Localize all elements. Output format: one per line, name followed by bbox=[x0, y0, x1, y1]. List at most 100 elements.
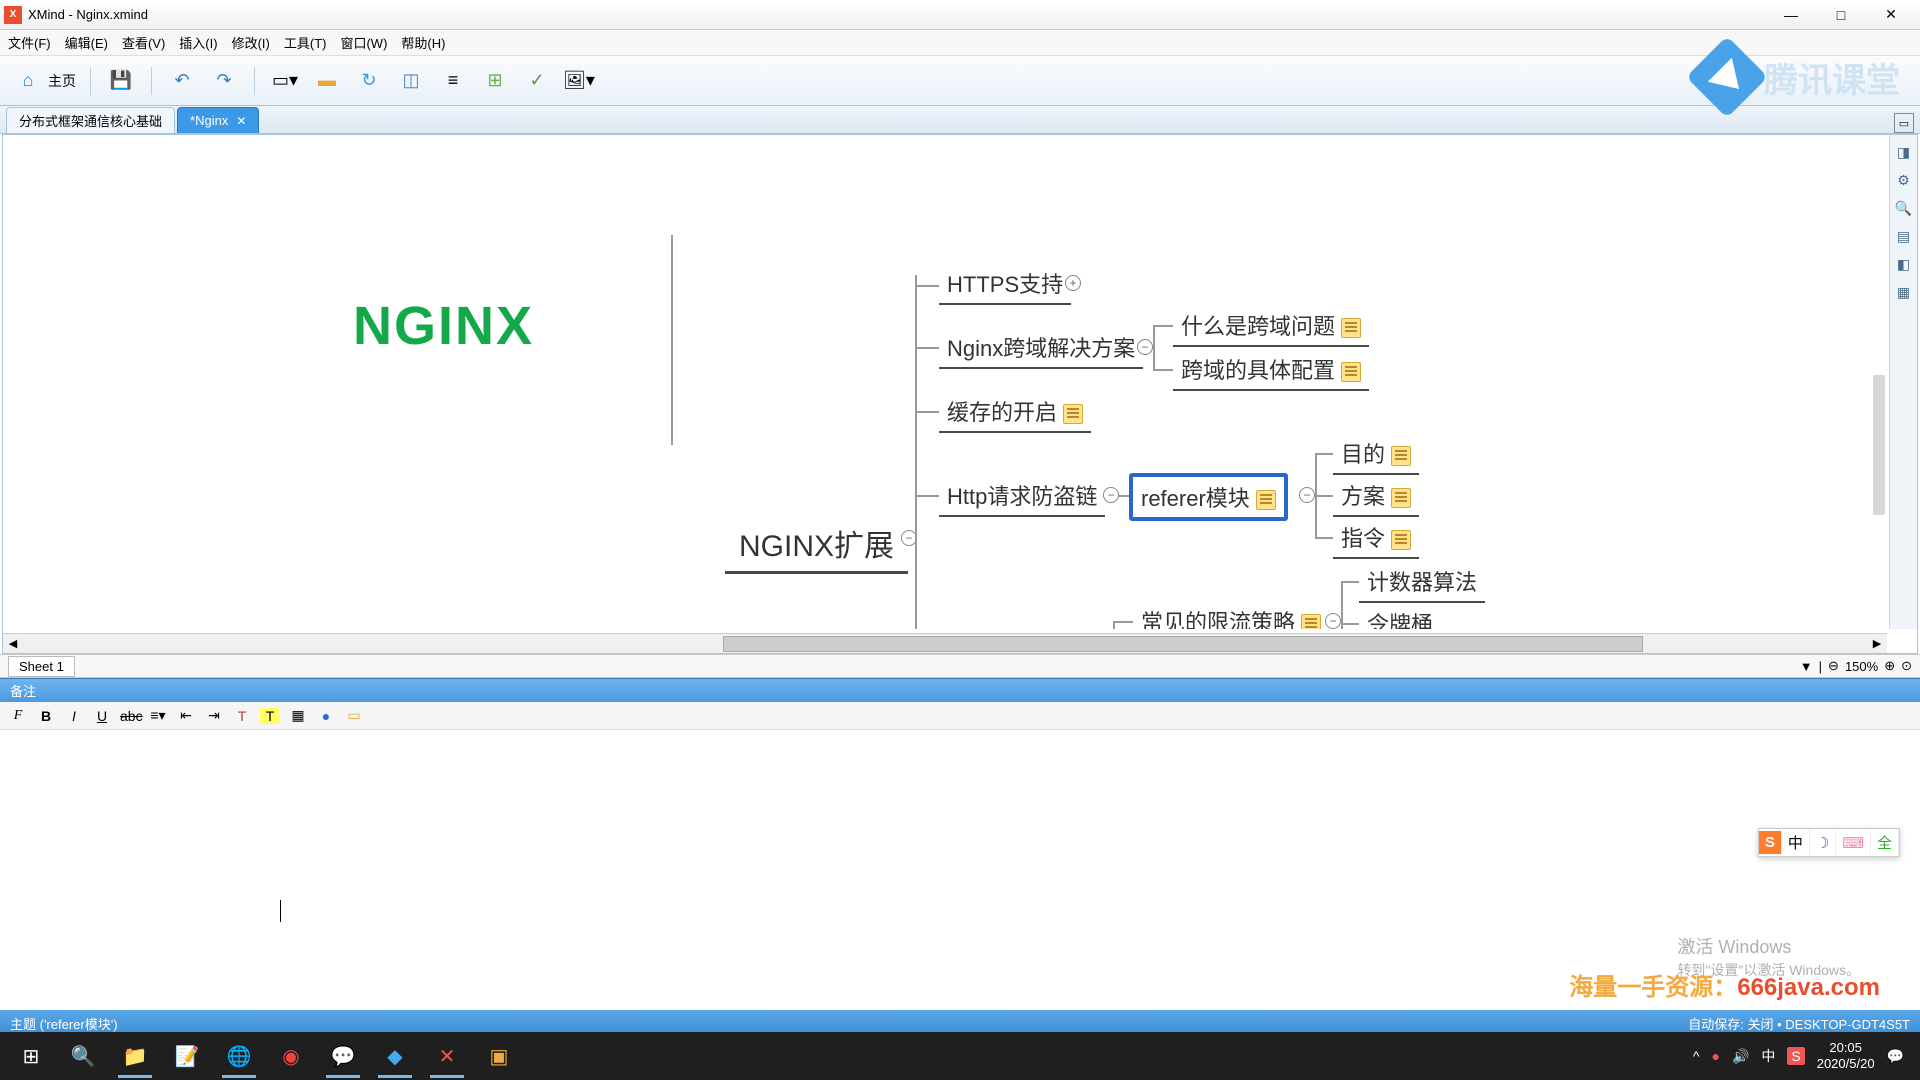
node-cache[interactable]: 缓存的开启 bbox=[939, 391, 1091, 433]
menu-edit[interactable]: 编辑(E) bbox=[65, 33, 108, 52]
sheet-tab[interactable]: Sheet 1 bbox=[8, 656, 75, 677]
ime-keyboard-icon[interactable]: ⌨ bbox=[1836, 831, 1871, 855]
mindmap-canvas[interactable]: NGINX NGINX扩展 − HTTPS支持 + Nginx跨域解决方案 − … bbox=[3, 135, 1887, 629]
save-button[interactable]: 💾 bbox=[105, 65, 137, 97]
horizontal-scrollbar[interactable]: ◀ ▶ bbox=[3, 633, 1887, 653]
node-hotlink[interactable]: Http请求防盗链 bbox=[939, 475, 1105, 517]
tab-close-icon[interactable]: ✕ bbox=[236, 114, 246, 128]
node-cors[interactable]: Nginx跨域解决方案 bbox=[939, 327, 1143, 369]
node-root[interactable]: NGINX扩展 bbox=[725, 515, 908, 574]
clock[interactable]: 20:05 2020/5/20 bbox=[1817, 1040, 1875, 1071]
zoom-in-button[interactable]: ⊕ bbox=[1884, 658, 1895, 674]
vertical-scrollbar[interactable] bbox=[1873, 375, 1885, 515]
menu-insert[interactable]: 插入(I) bbox=[179, 33, 217, 52]
font-button[interactable]: F bbox=[8, 708, 28, 724]
indent-right-button[interactable]: ⇥ bbox=[204, 707, 224, 724]
app3-button[interactable]: ▣ bbox=[474, 1034, 524, 1078]
node-strategy[interactable]: 常见的限流策略 bbox=[1133, 601, 1329, 629]
panel-icon[interactable]: ▦ bbox=[1895, 283, 1913, 301]
node-cors-config[interactable]: 跨域的具体配置 bbox=[1173, 349, 1369, 391]
toggle-icon[interactable]: − bbox=[1137, 339, 1153, 355]
note-icon[interactable] bbox=[1391, 446, 1411, 466]
note-icon[interactable] bbox=[1341, 318, 1361, 338]
style-icon[interactable]: ⚙ bbox=[1895, 171, 1913, 189]
search-icon[interactable]: 🔍 bbox=[1895, 199, 1913, 217]
maximize-button[interactable]: □ bbox=[1816, 1, 1866, 29]
ime-lang[interactable]: 中 bbox=[1782, 829, 1810, 856]
link-button[interactable]: ● bbox=[316, 708, 336, 724]
node-purpose[interactable]: 目的 bbox=[1333, 433, 1419, 475]
node-https[interactable]: HTTPS支持 bbox=[939, 263, 1071, 305]
image-button[interactable]: ▦ bbox=[288, 707, 308, 724]
note-icon[interactable] bbox=[1301, 614, 1321, 629]
boundary-button[interactable]: ◫ bbox=[395, 65, 427, 97]
menu-tool[interactable]: 工具(T) bbox=[284, 33, 327, 52]
note-button[interactable]: ▬ bbox=[311, 65, 343, 97]
chrome-button[interactable]: 🌐 bbox=[214, 1034, 264, 1078]
undo-button[interactable]: ↶ bbox=[166, 65, 198, 97]
start-button[interactable]: ⊞ bbox=[6, 1034, 56, 1078]
redo-button[interactable]: ↷ bbox=[208, 65, 240, 97]
notepad-button[interactable]: 📝 bbox=[162, 1034, 212, 1078]
menu-file[interactable]: 文件(F) bbox=[8, 33, 51, 52]
notes-textarea[interactable]: 海量一手资源：666java.com 激活 Windows 转到"设置"以激活 … bbox=[0, 730, 1920, 1010]
node-solution[interactable]: 方案 bbox=[1333, 475, 1419, 517]
toggle-icon[interactable]: − bbox=[1103, 487, 1119, 503]
marker-button[interactable]: ✓ bbox=[521, 65, 553, 97]
note-icon[interactable] bbox=[1063, 404, 1083, 424]
highlight-button[interactable]: T bbox=[260, 708, 280, 724]
tab-framework[interactable]: 分布式框架通信核心基础 bbox=[6, 107, 175, 133]
indent-left-button[interactable]: ⇤ bbox=[176, 707, 196, 724]
minimize-button[interactable]: — bbox=[1766, 1, 1816, 29]
outline-icon[interactable]: ◨ bbox=[1895, 143, 1913, 161]
attach-button[interactable]: ▭ bbox=[344, 707, 364, 724]
italic-button[interactable]: I bbox=[64, 708, 84, 724]
app-button[interactable]: ◉ bbox=[266, 1034, 316, 1078]
home-button[interactable]: ⌂ bbox=[12, 65, 44, 97]
node-referer-selected[interactable]: referer模块 bbox=[1129, 473, 1288, 521]
tray-up-icon[interactable]: ^ bbox=[1693, 1048, 1700, 1064]
xmind-button[interactable]: ✕ bbox=[422, 1034, 472, 1078]
ime-logo-icon[interactable]: S bbox=[1759, 831, 1782, 854]
underline-button[interactable]: U bbox=[92, 708, 112, 724]
note-icon[interactable] bbox=[1391, 488, 1411, 508]
toggle-icon[interactable]: − bbox=[1299, 487, 1315, 503]
bold-button[interactable]: B bbox=[36, 708, 56, 724]
zoom-out-button[interactable]: ⊖ bbox=[1828, 658, 1839, 674]
tab-nginx[interactable]: *Nginx✕ bbox=[177, 107, 259, 133]
strike-button[interactable]: abc bbox=[120, 708, 140, 724]
notifications-icon[interactable]: 💬 bbox=[1887, 1048, 1904, 1065]
expand-icon[interactable]: + bbox=[1065, 275, 1081, 291]
node-token[interactable]: 令牌桶 bbox=[1359, 603, 1441, 629]
outline-toggle[interactable]: ▭ bbox=[1894, 113, 1914, 133]
theme-icon[interactable]: ▤ bbox=[1895, 227, 1913, 245]
zoom-level[interactable]: 150% bbox=[1845, 659, 1878, 674]
tray-volume-icon[interactable]: 🔊 bbox=[1732, 1048, 1749, 1065]
align-button[interactable]: ≡▾ bbox=[148, 707, 168, 724]
text-color-button[interactable]: T bbox=[232, 708, 252, 724]
summary-button[interactable]: ≡ bbox=[437, 65, 469, 97]
scroll-left-icon[interactable]: ◀ bbox=[3, 635, 23, 653]
ime-bar[interactable]: S 中 ☽ ⌨ 全 bbox=[1758, 828, 1900, 857]
toggle-icon[interactable]: − bbox=[1325, 613, 1341, 629]
insert-button[interactable]: ⊞ bbox=[479, 65, 511, 97]
scroll-right-icon[interactable]: ▶ bbox=[1867, 635, 1887, 653]
tray-app-icon[interactable]: ● bbox=[1711, 1048, 1719, 1064]
tray-sogou-icon[interactable]: S bbox=[1787, 1047, 1804, 1065]
image-button[interactable]: 🖼▾ bbox=[563, 65, 595, 97]
scroll-thumb[interactable] bbox=[723, 636, 1643, 652]
tray-ime-icon[interactable]: 中 bbox=[1761, 1046, 1775, 1066]
node-counter[interactable]: 计数器算法 bbox=[1359, 561, 1485, 603]
menu-view[interactable]: 查看(V) bbox=[122, 33, 165, 52]
relationship-button[interactable]: ↻ bbox=[353, 65, 385, 97]
ime-full-icon[interactable]: 全 bbox=[1871, 829, 1899, 856]
ime-moon-icon[interactable]: ☽ bbox=[1810, 831, 1836, 855]
explorer-button[interactable]: 📁 bbox=[110, 1034, 160, 1078]
note-icon[interactable] bbox=[1391, 530, 1411, 550]
menu-window[interactable]: 窗口(W) bbox=[340, 33, 387, 52]
wechat-button[interactable]: 💬 bbox=[318, 1034, 368, 1078]
marker-icon[interactable]: ◧ bbox=[1895, 255, 1913, 273]
menu-help[interactable]: 帮助(H) bbox=[401, 33, 445, 52]
new-map-button[interactable]: ▭▾ bbox=[269, 65, 301, 97]
menu-modify[interactable]: 修改(I) bbox=[232, 33, 270, 52]
